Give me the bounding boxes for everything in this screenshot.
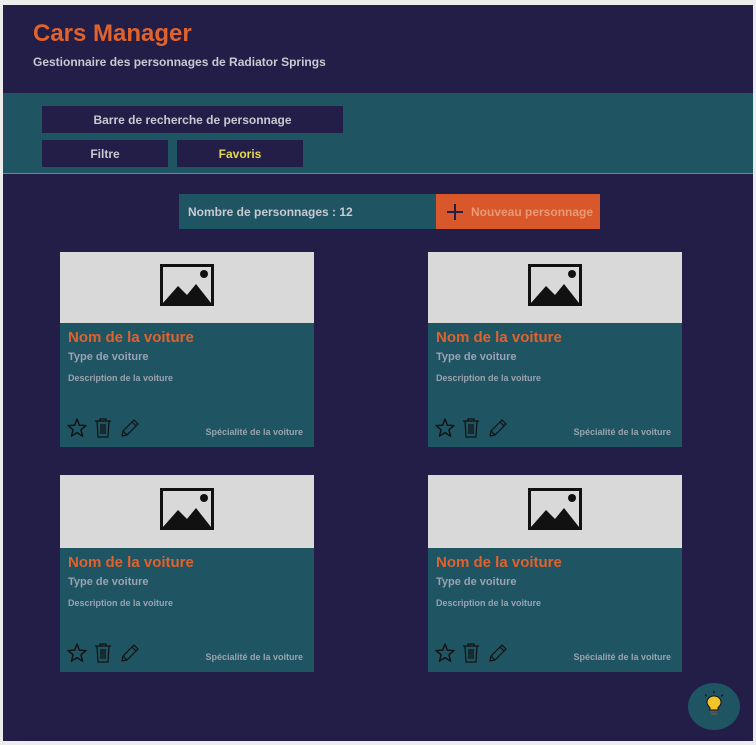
- car-speciality: Spécialité de la voiture: [573, 652, 671, 662]
- card-actions: [435, 417, 507, 439]
- star-icon[interactable]: [67, 642, 87, 664]
- trash-icon[interactable]: [93, 417, 113, 439]
- card-actions: [67, 642, 139, 664]
- new-character-button[interactable]: Nouveau personnage: [436, 194, 600, 229]
- star-icon[interactable]: [435, 417, 455, 439]
- toolbar: Barre de recherche de personnage Filtre …: [3, 93, 753, 174]
- car-card[interactable]: Nom de la voiture Type de voiture Descri…: [428, 252, 682, 447]
- car-type: Type de voiture: [68, 351, 149, 363]
- card-body: Nom de la voiture Type de voiture Descri…: [428, 323, 682, 447]
- car-image: [60, 252, 314, 323]
- car-speciality: Spécialité de la voiture: [573, 427, 671, 437]
- trash-icon[interactable]: [93, 642, 113, 664]
- new-character-label: Nouveau personnage: [471, 204, 594, 219]
- trash-icon[interactable]: [461, 417, 481, 439]
- lightbulb-icon: [702, 691, 726, 722]
- car-description: Description de la voiture: [436, 598, 542, 608]
- app-subtitle: Gestionnaire des personnages de Radiator…: [33, 55, 326, 69]
- pencil-icon[interactable]: [487, 417, 507, 439]
- card-body: Nom de la voiture Type de voiture Descri…: [60, 548, 314, 672]
- car-name: Nom de la voiture: [68, 329, 194, 346]
- plus-icon: [445, 202, 465, 222]
- star-icon[interactable]: [435, 642, 455, 664]
- card-actions: [435, 642, 507, 664]
- image-icon: [528, 488, 582, 535]
- character-count: Nombre de personnages : 12: [179, 194, 436, 229]
- car-name: Nom de la voiture: [436, 329, 562, 346]
- trash-icon[interactable]: [461, 642, 481, 664]
- star-icon[interactable]: [67, 417, 87, 439]
- card-body: Nom de la voiture Type de voiture Descri…: [428, 548, 682, 672]
- image-icon: [528, 264, 582, 311]
- car-description: Description de la voiture: [436, 373, 542, 383]
- car-image: [428, 475, 682, 548]
- car-speciality: Spécialité de la voiture: [205, 427, 303, 437]
- car-description: Description de la voiture: [68, 598, 174, 608]
- help-button[interactable]: [688, 683, 740, 730]
- car-name: Nom de la voiture: [436, 554, 562, 571]
- car-type: Type de voiture: [436, 576, 517, 588]
- car-name: Nom de la voiture: [68, 554, 194, 571]
- car-type: Type de voiture: [436, 351, 517, 363]
- car-image: [428, 252, 682, 323]
- pencil-icon[interactable]: [119, 417, 139, 439]
- header: Cars Manager Gestionnaire des personnage…: [3, 5, 753, 93]
- pencil-icon[interactable]: [487, 642, 507, 664]
- card-body: Nom de la voiture Type de voiture Descri…: [60, 323, 314, 447]
- car-card[interactable]: Nom de la voiture Type de voiture Descri…: [60, 252, 314, 447]
- car-card[interactable]: Nom de la voiture Type de voiture Descri…: [60, 475, 314, 672]
- car-image: [60, 475, 314, 548]
- image-icon: [160, 264, 214, 311]
- pencil-icon[interactable]: [119, 642, 139, 664]
- favorites-button[interactable]: Favoris: [177, 140, 303, 167]
- car-card[interactable]: Nom de la voiture Type de voiture Descri…: [428, 475, 682, 672]
- app-window: Cars Manager Gestionnaire des personnage…: [3, 5, 753, 741]
- image-icon: [160, 488, 214, 535]
- search-input[interactable]: Barre de recherche de personnage: [42, 106, 343, 133]
- filter-button[interactable]: Filtre: [42, 140, 168, 167]
- card-actions: [67, 417, 139, 439]
- car-type: Type de voiture: [68, 576, 149, 588]
- car-speciality: Spécialité de la voiture: [205, 652, 303, 662]
- app-title: Cars Manager: [33, 20, 192, 47]
- car-description: Description de la voiture: [68, 373, 174, 383]
